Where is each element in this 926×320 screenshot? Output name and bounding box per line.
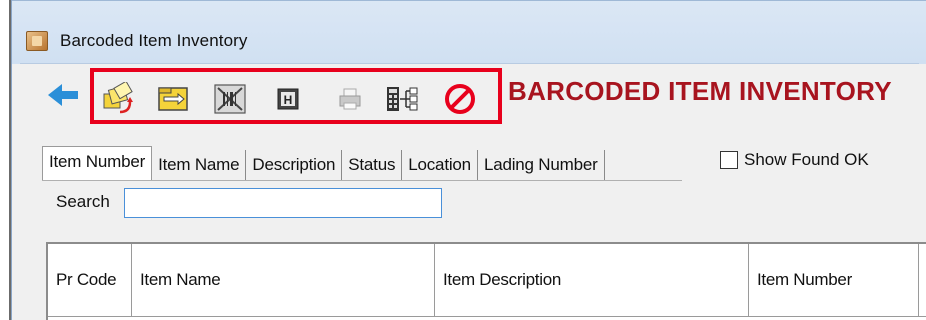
grid-row-divider (48, 316, 926, 317)
search-input[interactable] (124, 188, 442, 218)
app-icon (26, 31, 48, 51)
inventory-grid[interactable]: Pr Code Item Name Item Description Item … (46, 242, 926, 320)
background-window-edge (0, 0, 11, 320)
search-field-tabs: Item Number Item Name Description Status… (42, 146, 605, 180)
column-header-item-description[interactable]: Item Description (435, 244, 749, 316)
title-bar[interactable]: Barcoded Item Inventory (12, 0, 926, 64)
tab-status[interactable]: Status (342, 150, 403, 180)
refresh-documents-icon[interactable] (100, 82, 136, 116)
toolbar-highlight: H (90, 68, 502, 124)
tab-divider (42, 180, 682, 181)
printer-icon[interactable] (332, 82, 368, 116)
tab-item-name[interactable]: Item Name (152, 150, 247, 180)
svg-text:H: H (284, 93, 293, 107)
hold-icon[interactable]: H (270, 82, 306, 116)
column-header-item-name[interactable]: Item Name (132, 244, 435, 316)
page-title: BARCODED ITEM INVENTORY (508, 76, 892, 106)
barcode-scan-icon[interactable] (212, 82, 248, 116)
main-content: H BARCODED ITEM INVENTORY Item Number It… (20, 64, 926, 320)
folder-exchange-icon[interactable] (156, 82, 192, 116)
show-found-ok-toggle[interactable]: Show Found OK (720, 150, 869, 170)
tab-lading-number[interactable]: Lading Number (478, 150, 605, 180)
grid-header: Pr Code Item Name Item Description Item … (48, 244, 926, 316)
column-header-pr-code[interactable]: Pr Code (48, 244, 132, 316)
column-header-status-partial[interactable]: S (919, 244, 926, 316)
search-label: Search (56, 192, 110, 211)
show-found-ok-label: Show Found OK (744, 150, 869, 169)
tab-location[interactable]: Location (402, 150, 478, 180)
back-arrow-icon[interactable] (46, 80, 80, 110)
calculator-tree-icon[interactable] (384, 82, 420, 116)
cancel-icon[interactable] (442, 82, 478, 116)
column-header-item-number[interactable]: Item Number (749, 244, 919, 316)
inventory-window: Barcoded Item Inventory H BARCODED ITEM … (11, 0, 926, 320)
show-found-ok-checkbox[interactable] (720, 151, 738, 169)
tab-description[interactable]: Description (246, 150, 343, 180)
tab-item-number[interactable]: Item Number (42, 146, 153, 180)
window-title: Barcoded Item Inventory (60, 31, 248, 50)
